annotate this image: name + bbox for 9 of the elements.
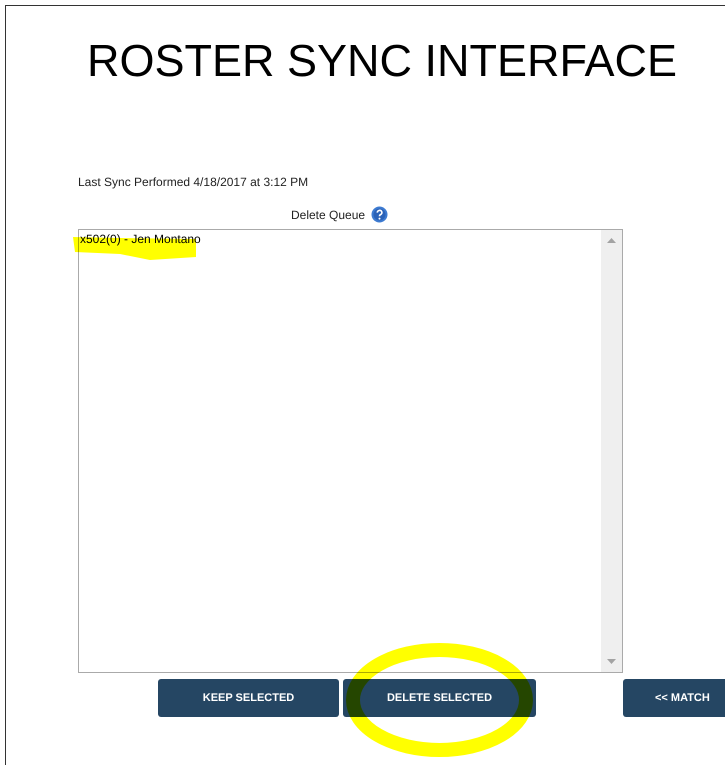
delete-queue-label: Delete Queue (291, 208, 366, 222)
action-button[interactable]: KEEP SELECTED (158, 679, 339, 717)
page-title: ROSTER SYNC INTERFACE (86, 36, 678, 86)
last-sync-text: Last Sync Performed 4/18/2017 at 3:12 PM (78, 175, 308, 189)
scroll-up-icon[interactable] (607, 238, 616, 243)
action-button[interactable]: << MATCH (623, 679, 725, 717)
scroll-down-icon[interactable] (607, 659, 616, 664)
help-icon[interactable] (371, 206, 388, 223)
scrollbar[interactable] (601, 230, 622, 672)
